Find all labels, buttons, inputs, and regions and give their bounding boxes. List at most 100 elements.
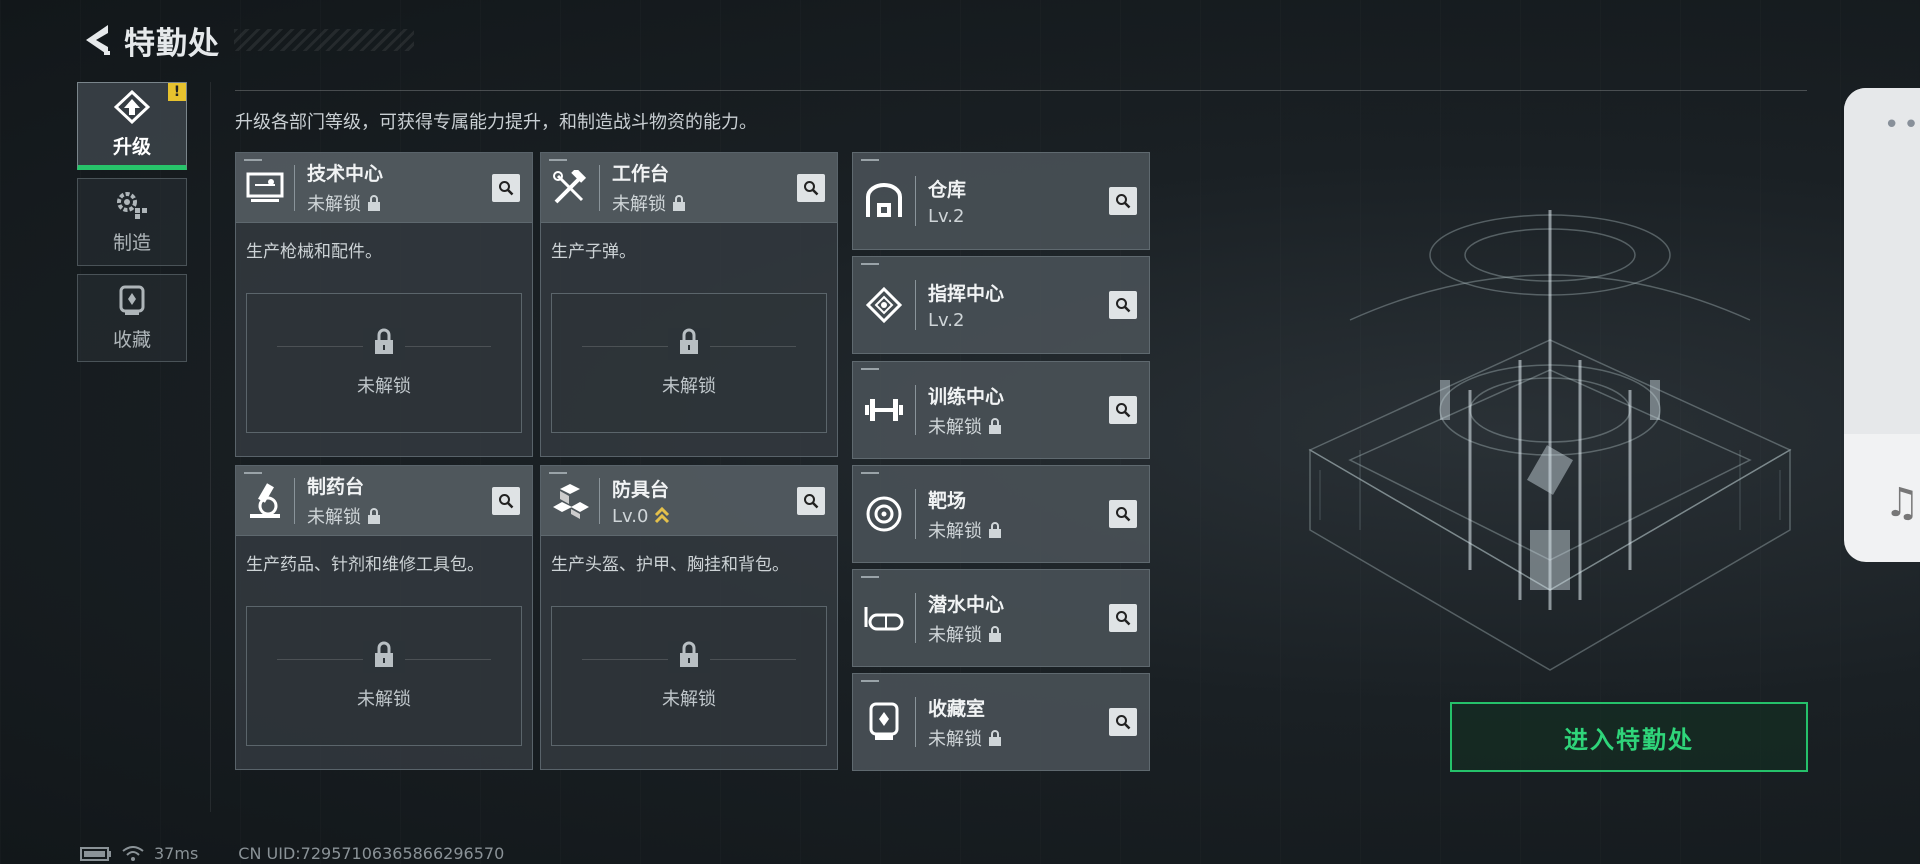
tab-collection-label: 收藏	[112, 328, 151, 351]
search-button[interactable]	[1109, 500, 1137, 528]
lock-icon	[680, 328, 698, 354]
search-icon	[499, 493, 514, 508]
card-workbench[interactable]: 工作台 未解锁 生产子弹。 未解锁	[540, 152, 838, 457]
wifi-icon	[122, 845, 144, 861]
card-tech-center[interactable]: 技术中心 未解锁 生产枪械和配件。 未解锁	[235, 152, 533, 457]
card-collection-room[interactable]: 收藏室 未解锁	[852, 673, 1150, 771]
search-icon	[1116, 194, 1131, 209]
dumbbell-icon	[865, 399, 903, 421]
lock-icon	[368, 508, 380, 524]
tab-upgrade[interactable]: ! 升级	[77, 82, 187, 170]
lock-icon	[673, 195, 685, 211]
tab-craft[interactable]: 制造	[77, 178, 187, 266]
card-title: 仓库	[928, 179, 967, 201]
search-icon	[1116, 403, 1131, 418]
lock-icon	[375, 328, 393, 354]
gear-icon	[117, 191, 147, 219]
level-up-arrow-icon	[655, 506, 670, 524]
search-icon	[1116, 507, 1131, 522]
search-icon	[499, 180, 514, 195]
chip-icon	[865, 286, 903, 324]
sidebar-divider	[210, 82, 211, 812]
card-shooting-range[interactable]: 靶场 未解锁	[852, 465, 1150, 563]
card-header: 工作台 未解锁	[541, 153, 837, 223]
search-icon	[804, 180, 819, 195]
card-training-center[interactable]: 训练中心 未解锁	[852, 361, 1150, 459]
card-title: 训练中心	[928, 385, 1005, 408]
locked-slot: 未解锁	[551, 606, 827, 746]
card-status: 未解锁	[612, 194, 666, 215]
trophy-icon	[869, 702, 899, 740]
tab-craft-label: 制造	[112, 231, 151, 254]
music-note-icon[interactable]: ♫	[1884, 480, 1920, 526]
more-dots-icon[interactable]: •••	[1884, 110, 1920, 140]
title-decoration	[234, 29, 414, 51]
card-title: 靶场	[928, 489, 967, 512]
card-title: 工作台	[612, 163, 670, 185]
search-button[interactable]	[492, 486, 520, 515]
locked-label: 未解锁	[662, 689, 716, 710]
card-level: Lv.2	[928, 206, 965, 227]
page-header: 特勤处	[78, 18, 414, 62]
goggles-icon	[864, 607, 904, 631]
search-icon	[804, 493, 819, 508]
lock-icon	[368, 195, 380, 211]
card-title: 技术中心	[307, 163, 384, 185]
tab-upgrade-label: 升级	[112, 135, 151, 158]
lock-icon	[680, 641, 698, 667]
page-title: 特勤处	[124, 25, 220, 62]
monitor-icon	[246, 172, 284, 202]
card-warehouse[interactable]: 仓库 Lv.2	[852, 152, 1150, 250]
locked-label: 未解锁	[357, 689, 411, 710]
locked-slot: 未解锁	[246, 293, 522, 433]
search-button[interactable]	[797, 173, 825, 202]
ping-value: 37ms	[154, 844, 199, 863]
search-icon	[1116, 298, 1131, 313]
card-header: 防具台 Lv.0	[541, 466, 837, 536]
microscope-icon	[250, 482, 280, 518]
search-button[interactable]	[1109, 291, 1137, 319]
card-title: 制药台	[307, 476, 365, 498]
status-bar: 37ms CN UID:72957106365866296570	[80, 844, 504, 863]
search-button[interactable]	[1109, 396, 1137, 424]
back-button[interactable]	[78, 20, 116, 60]
card-description: 生产枪械和配件。	[246, 242, 382, 262]
user-uid: CN UID:72957106365866296570	[238, 844, 505, 863]
card-description: 生产药品、针剂和维修工具包。	[246, 555, 484, 575]
tab-collection[interactable]: 收藏	[77, 274, 187, 362]
locked-label: 未解锁	[357, 376, 411, 397]
search-button[interactable]	[1109, 187, 1137, 215]
search-button[interactable]	[797, 486, 825, 515]
search-button[interactable]	[1109, 604, 1137, 632]
card-status: 未解锁	[928, 728, 982, 750]
card-title: 指挥中心	[928, 283, 1005, 305]
card-level: Lv.2	[928, 310, 965, 331]
card-pharmacy[interactable]: 制药台 未解锁 生产药品、针剂和维修工具包。 未解锁	[235, 465, 533, 770]
card-status: 未解锁	[928, 624, 982, 646]
battery-icon	[80, 846, 111, 861]
boxes-icon	[553, 483, 589, 519]
sidebar: ! 升级 制造 收藏	[77, 82, 187, 370]
target-icon	[866, 496, 902, 532]
card-diving-center[interactable]: 潜水中心 未解锁	[852, 569, 1150, 667]
card-title: 潜水中心	[928, 593, 1005, 616]
locked-slot: 未解锁	[551, 293, 827, 433]
locked-label: 未解锁	[662, 376, 716, 397]
lock-icon	[375, 641, 393, 667]
locked-slot: 未解锁	[246, 606, 522, 746]
search-button[interactable]	[492, 173, 520, 202]
upgrade-icon	[114, 89, 150, 124]
warehouse-icon	[866, 183, 902, 217]
enter-facility-button[interactable]: 进入特勤处	[1450, 702, 1808, 772]
card-description: 生产子弹。	[551, 242, 636, 262]
warning-badge: !	[168, 83, 186, 101]
card-header: 制药台 未解锁	[236, 466, 532, 536]
card-armor-bench[interactable]: 防具台 Lv.0 生产头盔、护甲、胸挂和背包。 未解锁	[540, 465, 838, 770]
card-status: 未解锁	[928, 416, 982, 438]
search-button[interactable]	[1109, 708, 1137, 736]
card-command-center[interactable]: 指挥中心 Lv.2	[852, 256, 1150, 354]
card-header: 技术中心 未解锁	[236, 153, 532, 223]
back-arrow-icon	[86, 25, 110, 55]
lock-icon	[989, 417, 1001, 434]
tools-icon	[553, 169, 587, 203]
